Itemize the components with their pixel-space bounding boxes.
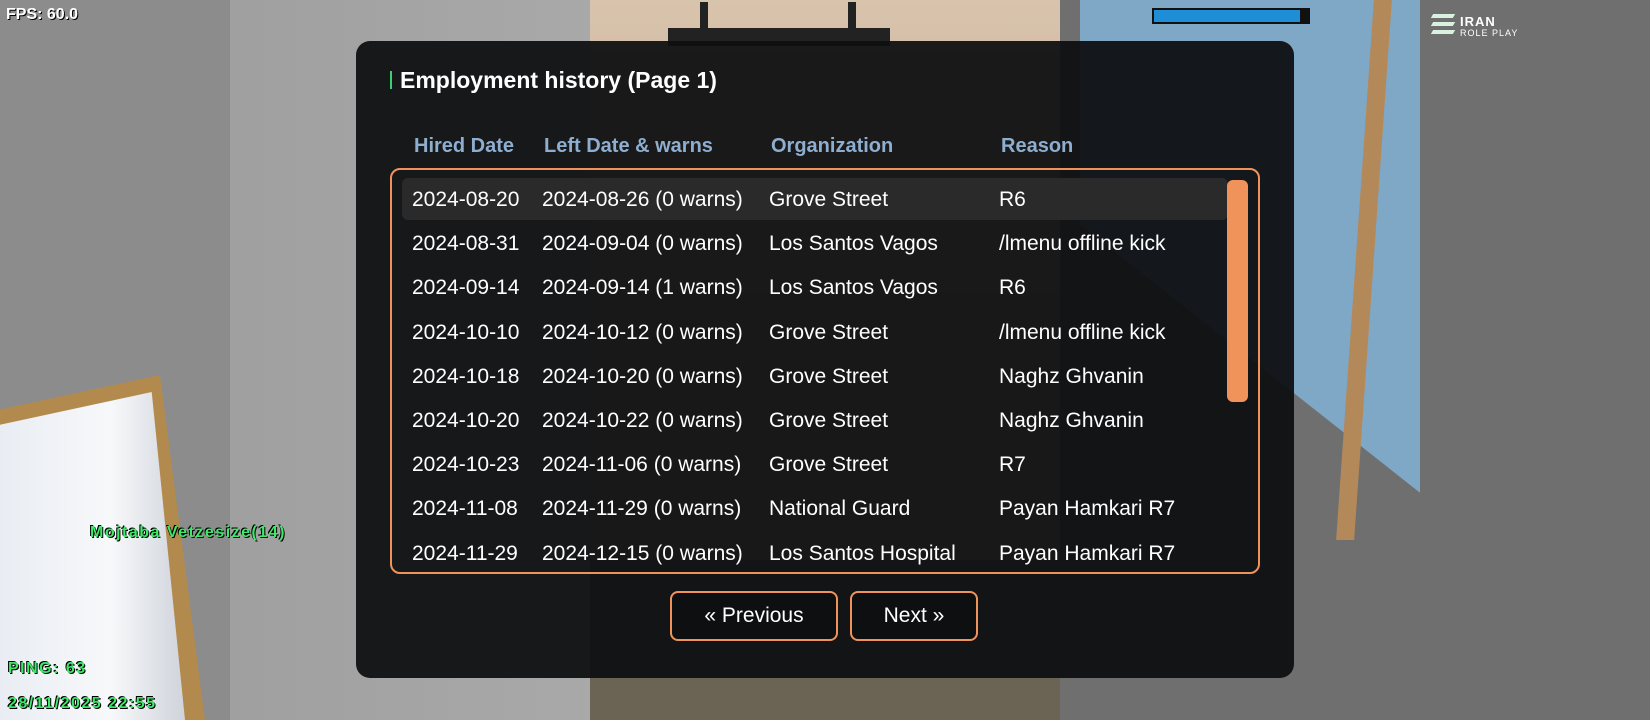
next-page-button[interactable]: Next »: [850, 591, 978, 641]
cell-organization: Los Santos Vagos: [769, 276, 938, 300]
cell-organization: Grove Street: [769, 453, 889, 477]
history-rows: 2024-08-20 2024-08-26 (0 warns) Grove Stre…: [392, 170, 1258, 572]
history-list[interactable]: 2024-08-20 2024-08-26 (0 warns) Grove Stre…: [390, 168, 1260, 574]
column-header-organization: Organization: [771, 135, 894, 157]
cell-reason: R7: [999, 453, 1026, 477]
scene-lamp-post: [848, 2, 856, 30]
list-scrollbar[interactable]: [1227, 180, 1248, 402]
cell-left-date: 2024-09-04 (0 warns): [542, 232, 743, 256]
cell-hired-date: 2024-10-10: [412, 320, 520, 344]
cell-left-date: 2024-08-26 (0 warns): [542, 188, 743, 211]
table-row[interactable]: 2024-11-08 2024-11-29 (0 warns) National G…: [402, 487, 1228, 529]
health-bar-fill: [1154, 10, 1301, 22]
cell-hired-date: 2024-11-29: [412, 541, 518, 565]
logo-text-secondary: ROLE PLAY: [1460, 28, 1519, 38]
table-row[interactable]: 2024-08-20 2024-08-26 (0 warns) Grove Stre…: [402, 178, 1228, 220]
cell-hired-date: 2024-11-08: [412, 497, 518, 521]
cell-left-date: 2024-10-12 (0 warns): [542, 320, 743, 344]
table-row[interactable]: 2024-10-10 2024-10-12 (0 warns) Grove Stre…: [402, 311, 1228, 353]
cell-hired-date: 2024-08-20: [412, 188, 520, 211]
cell-organization: Grove Street: [769, 188, 889, 211]
cell-left-date: 2024-11-29 (0 warns): [542, 497, 742, 521]
cell-reason: R6: [999, 276, 1026, 300]
health-bar: [1152, 8, 1310, 24]
cell-left-date: 2024-09-14 (1 warns): [542, 276, 743, 300]
table-row[interactable]: 2024-10-23 2024-11-06 (0 warns) Grove Stre…: [402, 443, 1228, 485]
player-nametag: Mojtaba Vetzesize(14): [90, 524, 286, 541]
cell-hired-date: 2024-10-23: [412, 453, 520, 477]
table-header: Hired Date Left Date & warns Organizatio…: [356, 135, 1294, 165]
ping-display: PING: 63: [8, 660, 87, 677]
fps-counter: FPS: 60.0: [6, 6, 79, 23]
datetime-display: 28/11/2025 22:55: [8, 695, 157, 712]
cell-hired-date: 2024-08-31: [412, 232, 520, 256]
cell-organization: Los Santos Hospital: [769, 541, 956, 565]
cell-organization: Grove Street: [769, 364, 889, 388]
scene-lamp-post: [700, 2, 708, 30]
cell-organization: Los Santos Vagos: [769, 232, 938, 256]
cell-reason: /lmenu offline kick: [999, 232, 1166, 256]
cell-reason: Payan Hamkari R7: [999, 497, 1176, 521]
table-row[interactable]: 2024-11-29 2024-12-15 (0 warns) Los Santos…: [402, 532, 1228, 572]
cell-hired-date: 2024-09-14: [412, 276, 520, 300]
cell-reason: Naghz Ghvanin: [999, 364, 1144, 388]
table-row[interactable]: 2024-09-14 2024-09-14 (1 warns) Los Santos…: [402, 266, 1228, 308]
column-header-reason: Reason: [1001, 135, 1074, 157]
cell-reason: Payan Hamkari R7: [999, 541, 1176, 565]
server-logo: IRAN ROLE PLAY: [1430, 10, 1532, 40]
employment-history-dialog: Employment history (Page 1) Hired Date L…: [356, 41, 1294, 678]
cell-reason: /lmenu offline kick: [999, 320, 1166, 344]
cell-left-date: 2024-10-20 (0 warns): [542, 364, 743, 388]
cell-left-date: 2024-11-06 (0 warns): [542, 453, 742, 477]
cell-organization: Grove Street: [769, 320, 889, 344]
logo-mark-icon: [1430, 12, 1456, 38]
previous-page-button[interactable]: « Previous: [670, 591, 838, 641]
cell-organization: Grove Street: [769, 409, 889, 432]
cell-reason: R6: [999, 188, 1026, 211]
dialog-title: Employment history (Page 1): [390, 67, 717, 94]
logo-text-primary: IRAN: [1460, 14, 1496, 29]
column-header-hired: Hired Date: [414, 135, 515, 157]
table-row[interactable]: 2024-08-31 2024-09-04 (0 warns) Los Santos…: [402, 222, 1228, 264]
table-row[interactable]: 2024-10-20 2024-10-22 (0 warns) Grove Stre…: [402, 399, 1228, 441]
cell-hired-date: 2024-10-20: [412, 409, 520, 432]
cell-organization: National Guard: [769, 497, 911, 521]
cell-left-date: 2024-10-22 (0 warns): [542, 409, 743, 432]
cell-left-date: 2024-12-15 (0 warns): [542, 541, 743, 565]
cell-hired-date: 2024-10-18: [412, 364, 520, 388]
table-row[interactable]: 2024-10-18 2024-10-20 (0 warns) Grove Stre…: [402, 355, 1228, 397]
column-header-left: Left Date & warns: [544, 135, 713, 157]
cell-reason: Naghz Ghvanin: [999, 409, 1144, 432]
